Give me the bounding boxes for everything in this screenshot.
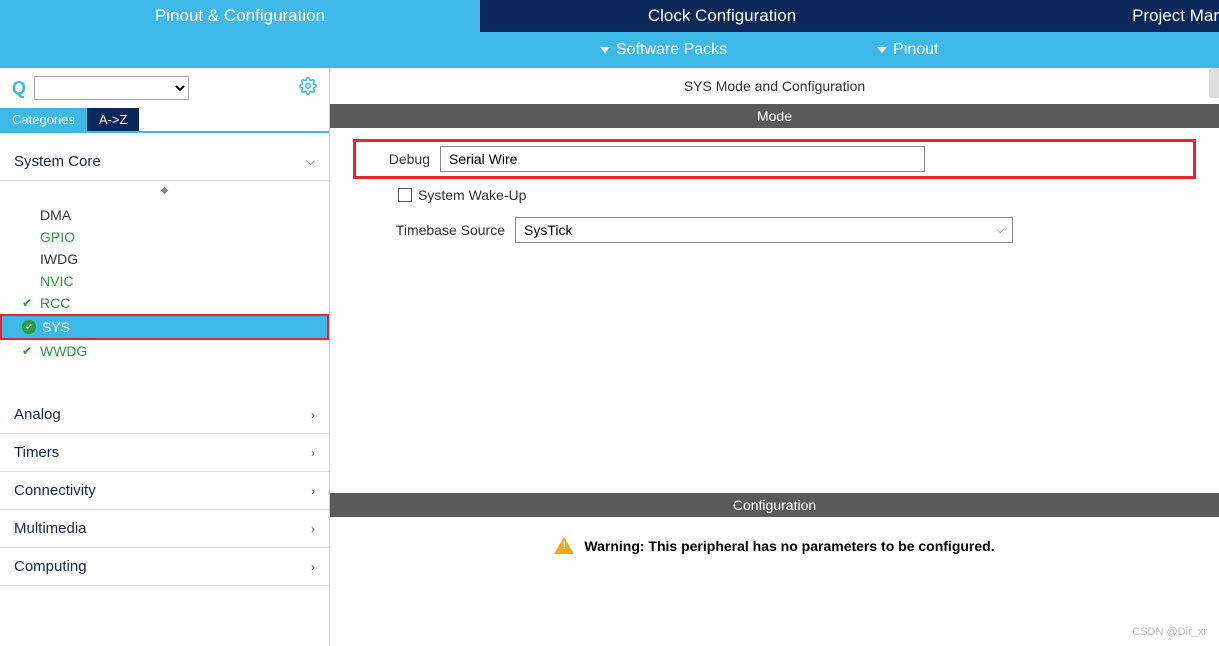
software-packs-dropdown[interactable]: Software Packs (600, 41, 727, 59)
tab-az[interactable]: A->Z (87, 108, 140, 131)
group-label: Analog (14, 406, 61, 423)
software-packs-label: Software Packs (616, 41, 727, 59)
categories-panel: System Core ⌵ ◆ DMA GPIO IWDG NVIC RCC S… (0, 133, 329, 646)
pinout-dropdown[interactable]: Pinout (877, 41, 938, 59)
warning-row: Warning: This peripheral has no paramete… (330, 517, 1219, 574)
right-splitter-handle[interactable] (1209, 68, 1219, 98)
group-label: Connectivity (14, 482, 96, 499)
group-label: System Core (14, 153, 101, 170)
chevron-right-icon: › (311, 560, 315, 574)
wakeup-label: System Wake-Up (418, 187, 526, 203)
group-analog[interactable]: Analog › (0, 396, 329, 434)
debug-label: Debug (360, 151, 440, 167)
tab-pinout-config[interactable]: Pinout & Configuration (0, 0, 480, 32)
system-core-items: DMA GPIO IWDG NVIC RCC SYS WWDG (0, 200, 329, 366)
mode-header: Mode (330, 104, 1219, 128)
debug-select[interactable]: Serial Wire (440, 146, 925, 172)
top-tabs: Pinout & Configuration Clock Configurati… (0, 0, 1219, 32)
tab-clock-config[interactable]: Clock Configuration (480, 0, 964, 32)
item-rcc[interactable]: RCC (0, 292, 329, 314)
main-area: Q Categories A->Z System Core ⌵ ◆ DMA GP… (0, 68, 1219, 646)
content-title: SYS Mode and Configuration (330, 68, 1219, 104)
debug-row: Debug Serial Wire (360, 146, 1189, 172)
sub-toolbar: Software Packs Pinout (0, 32, 1219, 68)
mode-panel: Debug Serial Wire System Wake-Up Timebas… (330, 128, 1219, 273)
search-row: Q (0, 68, 329, 108)
config-header: Configuration (330, 493, 1219, 517)
content-panel: SYS Mode and Configuration Mode Debug Se… (330, 68, 1219, 646)
search-icon[interactable]: Q (12, 78, 26, 99)
timebase-value: SysTick (524, 222, 572, 238)
group-system-core[interactable]: System Core ⌵ (0, 143, 329, 181)
tab-categories[interactable]: Categories (0, 108, 87, 131)
group-multimedia[interactable]: Multimedia › (0, 510, 329, 548)
timebase-label: Timebase Source (360, 222, 515, 238)
item-nvic[interactable]: NVIC (0, 270, 329, 292)
gear-icon[interactable] (299, 77, 317, 100)
watermark: CSDN @Dir_xr (1132, 626, 1207, 638)
category-tabs: Categories A->Z (0, 108, 329, 133)
warning-icon (554, 537, 574, 554)
wakeup-checkbox[interactable] (398, 188, 412, 202)
item-gpio[interactable]: GPIO (0, 226, 329, 248)
chevron-down-icon: ⌵ (306, 154, 315, 169)
chevron-right-icon: › (311, 484, 315, 498)
config-panel: Configuration Warning: This peripheral h… (330, 493, 1219, 574)
group-timers[interactable]: Timers › (0, 434, 329, 472)
timebase-select[interactable]: SysTick ⌵ (515, 217, 1013, 243)
chevron-down-icon: ⌵ (996, 225, 1004, 236)
debug-value: Serial Wire (449, 151, 517, 167)
tab-project-manager[interactable]: Project Mar (964, 0, 1219, 32)
chevron-right-icon: › (311, 408, 315, 422)
chevron-right-icon: › (311, 522, 315, 536)
group-label: Multimedia (14, 520, 87, 537)
timebase-row: Timebase Source SysTick ⌵ (360, 217, 1189, 243)
group-label: Timers (14, 444, 59, 461)
item-sys[interactable]: SYS (0, 314, 329, 340)
group-computing[interactable]: Computing › (0, 548, 329, 586)
item-iwdg[interactable]: IWDG (0, 248, 329, 270)
chevron-down-icon (600, 47, 610, 53)
sort-indicator-icon[interactable]: ◆ (0, 181, 329, 200)
chevron-down-icon (877, 47, 887, 53)
wakeup-row: System Wake-Up (398, 187, 1189, 203)
debug-highlight: Debug Serial Wire (353, 139, 1196, 179)
group-connectivity[interactable]: Connectivity › (0, 472, 329, 510)
warning-text: Warning: This peripheral has no paramete… (584, 538, 994, 554)
item-wwdg[interactable]: WWDG (0, 340, 329, 362)
sidebar: Q Categories A->Z System Core ⌵ ◆ DMA GP… (0, 68, 330, 646)
pinout-label: Pinout (893, 41, 938, 59)
chevron-right-icon: › (311, 446, 315, 460)
group-label: Computing (14, 558, 87, 575)
item-dma[interactable]: DMA (0, 204, 329, 226)
search-select[interactable] (34, 76, 189, 100)
